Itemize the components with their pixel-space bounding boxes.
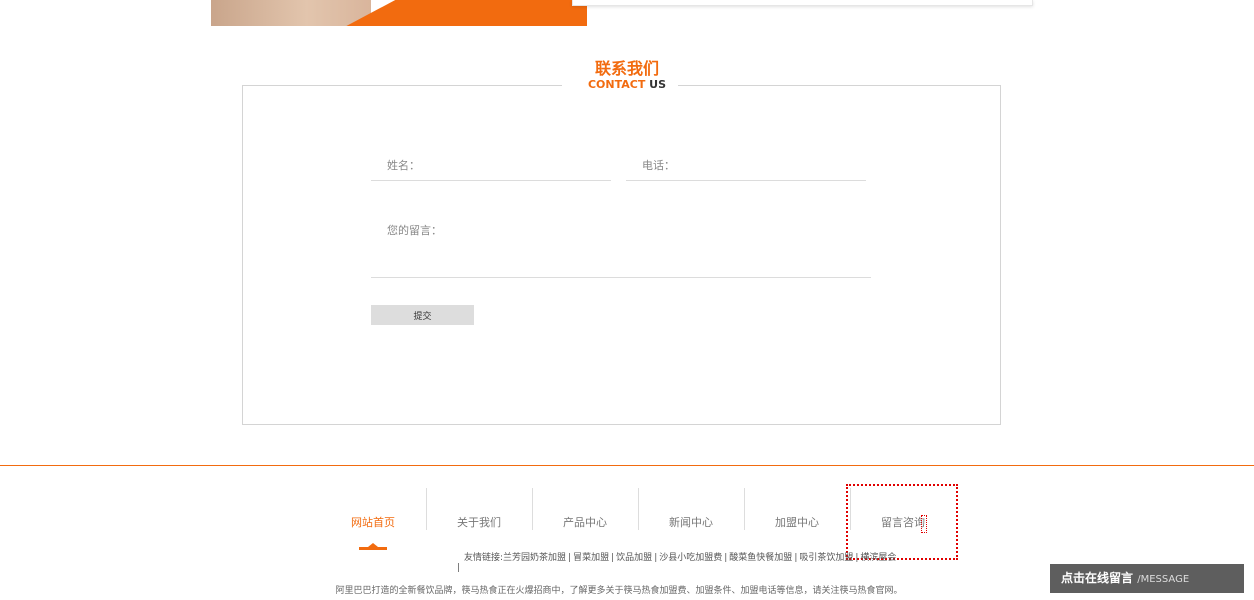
name-input[interactable] [371, 150, 611, 181]
subtitle-us: US [649, 78, 667, 91]
friend-link[interactable]: 沙县小吃加盟费 [659, 553, 722, 563]
nav-item-news[interactable]: 新闻中心 [638, 488, 744, 530]
friend-links: 友情链接:兰芳园奶茶加盟 | 冒菜加盟 | 饮品加盟 | 沙县小吃加盟费 | 酸菜鱼快餐加盟 | 吸… [464, 553, 897, 563]
nav-item-home[interactable]: 网站首页 [320, 488, 426, 530]
phone-input[interactable] [626, 150, 866, 181]
friend-link[interactable]: 吸引茶饮加盟 [799, 553, 853, 563]
focus-outline [846, 484, 958, 560]
friend-links-separator: | [457, 563, 461, 573]
section-subtitle: CONTACT US [0, 78, 1254, 91]
friend-links-label: 友情链接: [464, 553, 504, 563]
subtitle-contact: CONTACT [587, 78, 646, 91]
message-button-en-label: /MESSAGE [1137, 574, 1190, 585]
banner-card [572, 0, 1033, 6]
nav-item-about[interactable]: 关于我们 [426, 488, 532, 530]
friend-link[interactable]: 横滨屋会 [860, 553, 896, 563]
submit-button[interactable]: 提交 [371, 305, 474, 325]
active-indicator-bar [359, 547, 387, 550]
online-message-button[interactable]: 点击在线留言 /MESSAGE [1050, 564, 1244, 593]
footer-divider [0, 465, 1254, 466]
friend-link[interactable]: 兰芳园奶茶加盟 [503, 553, 566, 563]
friend-link[interactable]: 酸菜鱼快餐加盟 [729, 553, 792, 563]
section-title: 联系我们 [594, 59, 659, 78]
focus-outline-inner [921, 515, 927, 533]
friend-link[interactable]: 饮品加盟 [616, 553, 652, 563]
nav-item-franchise[interactable]: 加盟中心 [744, 488, 850, 530]
banner-image [211, 0, 371, 26]
message-textarea[interactable] [371, 216, 871, 278]
friend-link[interactable]: 冒菜加盟 [573, 553, 609, 563]
message-button-label: 点击在线留言 [1061, 571, 1134, 585]
nav-item-products[interactable]: 产品中心 [532, 488, 638, 530]
